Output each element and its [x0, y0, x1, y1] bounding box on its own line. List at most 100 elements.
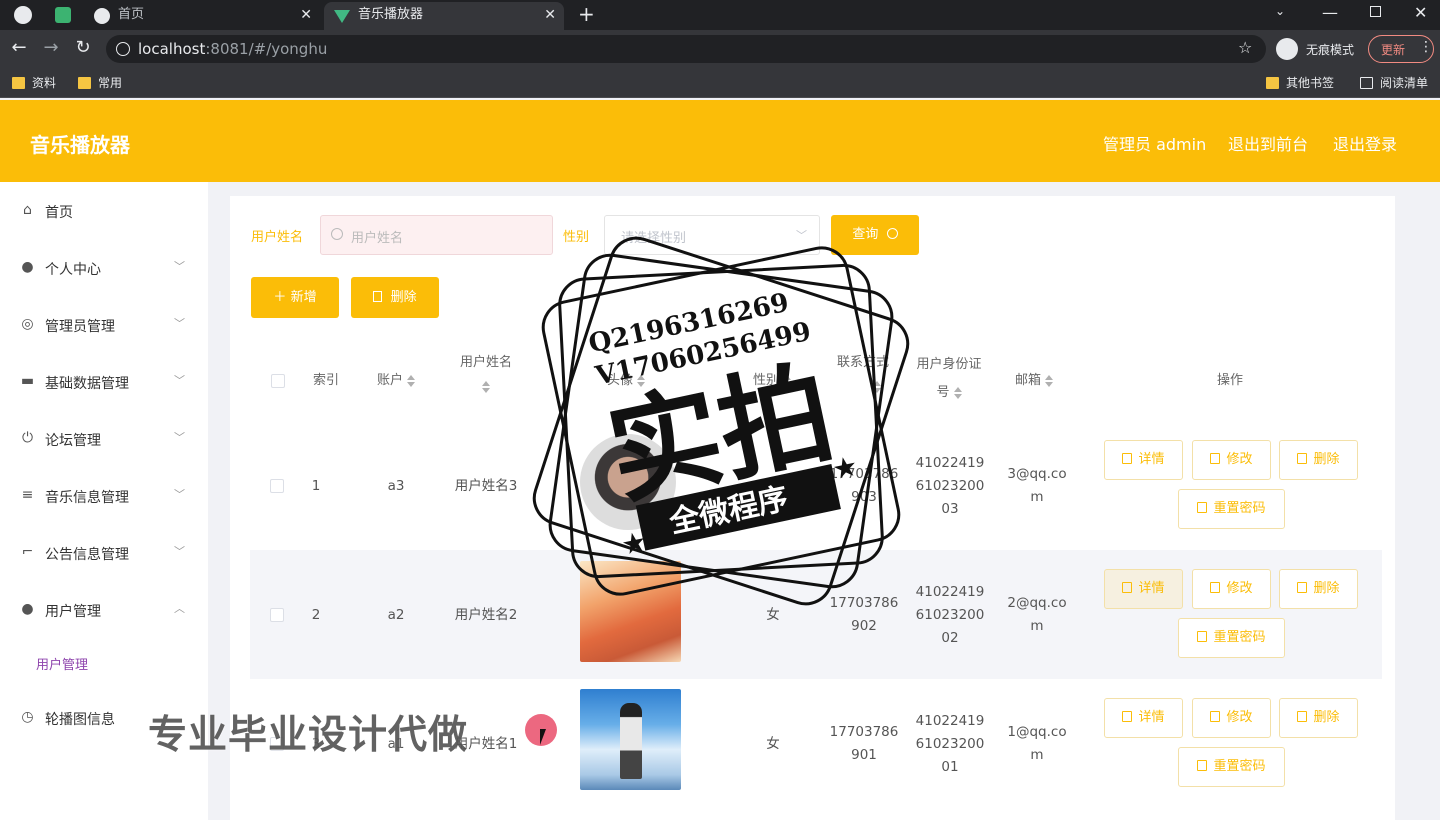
delete-button[interactable]: 删除: [1279, 569, 1358, 609]
forward-button[interactable]: →: [40, 38, 62, 58]
chevron-down-icon: ﹀: [174, 431, 185, 444]
clock-icon: ◷: [21, 709, 34, 725]
btn-label: 重置密码: [1213, 630, 1266, 645]
col-label: 用户身份证号: [916, 357, 982, 400]
folder-icon: [12, 77, 25, 89]
cell-index: 2: [311, 607, 321, 623]
reset-password-button[interactable]: 重置密码: [1178, 489, 1285, 529]
app-favicon-icon[interactable]: [55, 7, 71, 23]
info-icon[interactable]: [116, 42, 130, 56]
incognito-icon: [1276, 38, 1298, 60]
maximize-button[interactable]: [1370, 6, 1381, 17]
idcard-text: 410224196102320002: [915, 584, 985, 646]
sidebar-item-user-management[interactable]: ● 用户管理 ︿: [0, 590, 208, 630]
tab-home[interactable]: 首页 ✕: [84, 2, 320, 30]
back-button[interactable]: ←: [8, 38, 30, 58]
sort-icon[interactable]: [953, 386, 962, 399]
cell-email: 1@qq.com: [1004, 721, 1070, 767]
tab-search-icon[interactable]: ⌄: [1275, 4, 1285, 18]
btn-label: 详情: [1138, 710, 1165, 725]
cell-email: 2@qq.com: [1004, 592, 1070, 638]
close-icon[interactable]: ✕: [544, 2, 556, 28]
sidebar-subitem-user-management[interactable]: 用户管理: [36, 654, 88, 673]
cell-username: 用户姓名2: [454, 607, 518, 623]
delete-button[interactable]: 删除: [1279, 698, 1358, 738]
btn-label: 重置密码: [1213, 501, 1266, 516]
window-close-button[interactable]: ✕: [1414, 3, 1427, 22]
email-text: 1@qq.com: [1007, 724, 1067, 763]
detail-button[interactable]: 详情: [1104, 440, 1183, 480]
detail-button[interactable]: 详情: [1104, 698, 1183, 738]
url-host: localhost: [138, 40, 206, 58]
sidebar-item-personal-center[interactable]: ● 个人中心 ﹀: [0, 248, 208, 288]
btn-label: 删除: [1313, 581, 1340, 596]
col-account[interactable]: 账户: [366, 369, 426, 393]
power-icon: ⏻: [21, 430, 34, 446]
reading-list[interactable]: 阅读清单: [1360, 74, 1428, 92]
delete-button[interactable]: 删除: [1279, 440, 1358, 480]
row-checkbox[interactable]: [270, 608, 284, 622]
detail-button[interactable]: 详情: [1104, 569, 1183, 609]
delete-label: 删除: [390, 290, 417, 305]
sidebar-item-home[interactable]: ⌂ 首页: [0, 191, 208, 231]
reload-button[interactable]: ↻: [72, 38, 94, 58]
url-path: :8081/#/yonghu: [205, 40, 328, 58]
tab-music-player[interactable]: 音乐播放器 ✕: [324, 2, 564, 30]
row-checkbox[interactable]: [270, 479, 284, 493]
sidebar-item-forum[interactable]: ⏻ 论坛管理 ﹀: [0, 419, 208, 459]
bookmark-folder-other[interactable]: 其他书签: [1266, 74, 1334, 92]
sidebar-item-notice[interactable]: ⌐ 公告信息管理 ﹀: [0, 533, 208, 573]
sort-icon[interactable]: [1045, 374, 1053, 387]
trash-icon: [1297, 453, 1308, 464]
reset-password-button[interactable]: 重置密码: [1178, 747, 1285, 787]
sidebar-item-music[interactable]: ≡ 音乐信息管理 ﹀: [0, 476, 208, 516]
edit-button[interactable]: 修改: [1192, 698, 1271, 738]
logout-link[interactable]: 退出登录: [1333, 131, 1397, 155]
new-tab-button[interactable]: +: [578, 2, 595, 26]
edit-button[interactable]: 修改: [1192, 440, 1271, 480]
sidebar-item-admin-management[interactable]: ◎ 管理员管理 ﹀: [0, 305, 208, 345]
minimize-button[interactable]: —: [1322, 3, 1338, 22]
browser-menu-icon[interactable]: [14, 6, 32, 24]
col-idcard[interactable]: 用户身份证号: [914, 351, 984, 407]
back-to-front-link[interactable]: 退出到前台: [1228, 131, 1308, 155]
user-avatar: [580, 689, 681, 790]
chevron-down-icon: ﹀: [174, 317, 185, 330]
edit-button[interactable]: 修改: [1192, 569, 1271, 609]
idcard-text: 410224196102320003: [915, 455, 985, 517]
document-icon: [1197, 631, 1208, 642]
url-field[interactable]: localhost:8081/#/yonghu ☆: [106, 35, 1266, 63]
bookmark-folder[interactable]: 常用: [78, 74, 122, 92]
bookmark-star-icon[interactable]: ☆: [1238, 38, 1252, 57]
admin-label: 管理员 admin: [1103, 135, 1207, 154]
select-all-checkbox[interactable]: [271, 374, 285, 388]
add-button[interactable]: ＋ 新增: [251, 277, 339, 318]
batch-delete-button[interactable]: 删除: [351, 277, 439, 318]
update-button[interactable]: 更新 ⋮: [1368, 35, 1434, 63]
profile-label: 无痕模式: [1306, 43, 1355, 57]
col-email[interactable]: 邮箱: [1004, 369, 1064, 393]
col-label: 账户: [376, 373, 403, 388]
pencil-icon: [1210, 582, 1221, 593]
trash-icon: [1297, 582, 1308, 593]
chevron-down-icon: ﹀: [174, 545, 185, 558]
app-header: 音乐播放器 管理员 admin 退出到前台 退出登录: [0, 100, 1440, 182]
reset-password-button[interactable]: 重置密码: [1178, 618, 1285, 658]
folder-icon: [1266, 77, 1279, 89]
col-label: 索引: [312, 373, 339, 388]
close-icon[interactable]: ✕: [300, 2, 312, 28]
cell-account: a3: [387, 478, 405, 494]
col-username[interactable]: 用户姓名: [450, 351, 522, 399]
cell-email: 3@qq.com: [1004, 463, 1070, 509]
bookmark-folder[interactable]: 资料: [12, 74, 56, 92]
sidebar-item-base-data[interactable]: ▬ 基础数据管理 ﹀: [0, 362, 208, 402]
bookmark-label: 其他书签: [1286, 76, 1335, 90]
bookmarks-bar: 资料 常用 其他书签 阅读清单: [0, 68, 1440, 98]
sort-icon[interactable]: [482, 380, 490, 393]
sort-icon[interactable]: [407, 374, 415, 387]
sidebar-item-label: 管理员管理: [45, 319, 115, 335]
document-icon: [1197, 760, 1208, 771]
col-label: 用户姓名: [459, 355, 512, 370]
bookmark-label: 常用: [98, 76, 123, 90]
name-search-input[interactable]: 用户姓名: [320, 215, 553, 255]
